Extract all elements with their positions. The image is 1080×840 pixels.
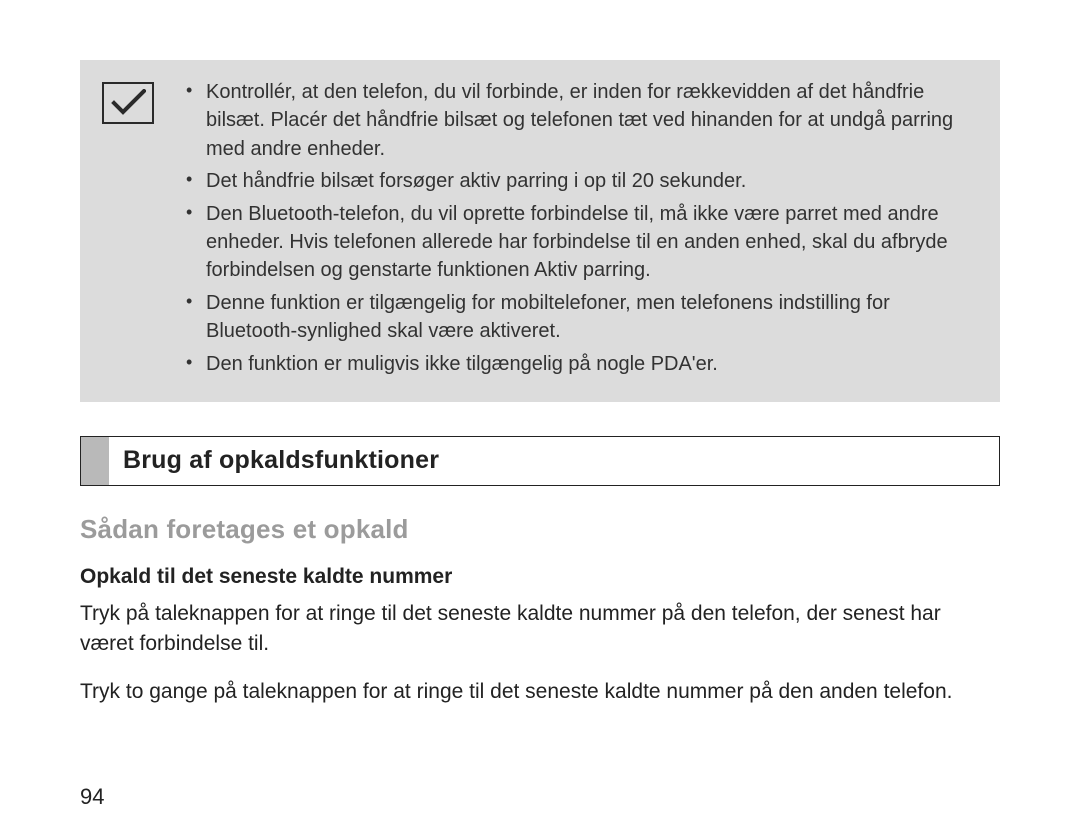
note-item: Denne funktion er tilgængelig for mobilt… <box>182 289 978 346</box>
sub-sub-heading: Opkald til det seneste kaldte nummer <box>80 565 1000 589</box>
note-item: Det håndfrie bilsæt forsøger aktiv parri… <box>182 167 978 195</box>
note-list: Kontrollér, at den telefon, du vil forbi… <box>182 78 978 382</box>
sub-heading: Sådan foretages et opkald <box>80 514 1000 545</box>
checkbox-icon <box>102 82 154 124</box>
section-heading-text: Brug af opkaldsfunktioner <box>109 437 999 485</box>
note-item: Den funktion er muligvis ikke tilgængeli… <box>182 350 978 378</box>
page-number: 94 <box>80 784 104 810</box>
note-box: Kontrollér, at den telefon, du vil forbi… <box>80 60 1000 402</box>
note-item-text: Den Bluetooth-telefon, du vil oprette fo… <box>206 203 948 282</box>
note-item-text: Den funktion er muligvis ikke tilgængeli… <box>206 353 718 375</box>
note-item-text: Denne funktion er tilgængelig for mobilt… <box>206 292 890 342</box>
note-item: Den Bluetooth-telefon, du vil oprette fo… <box>182 200 978 285</box>
section-heading-tab <box>81 437 109 485</box>
manual-page: Kontrollér, at den telefon, du vil forbi… <box>0 0 1080 840</box>
body-paragraph: Tryk to gange på taleknappen for at ring… <box>80 677 1000 707</box>
note-item-text: Kontrollér, at den telefon, du vil forbi… <box>206 81 953 160</box>
section-heading: Brug af opkaldsfunktioner <box>80 436 1000 486</box>
note-item-text: Det håndfrie bilsæt forsøger aktiv parri… <box>206 170 746 192</box>
note-item: Kontrollér, at den telefon, du vil forbi… <box>182 78 978 163</box>
body-paragraph: Tryk på taleknappen for at ringe til det… <box>80 599 1000 659</box>
